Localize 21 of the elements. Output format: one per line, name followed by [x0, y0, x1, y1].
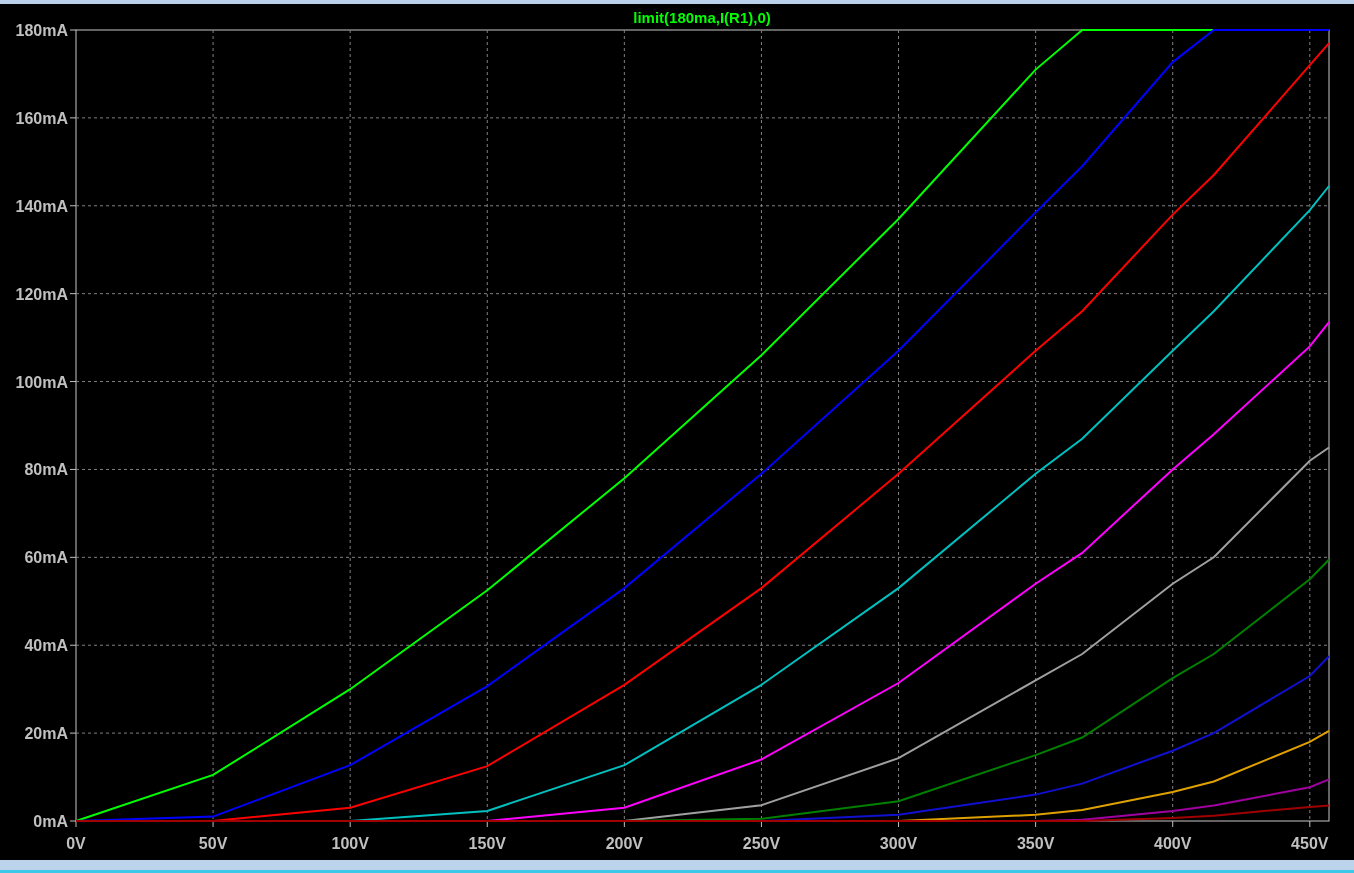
x-tick-label: 150V [468, 835, 506, 852]
y-tick-label: 120mA [15, 285, 68, 303]
x-tick-label: 300V [879, 835, 918, 852]
x-tick-label: 200V [605, 835, 644, 852]
y-tick-label: 60mA [24, 549, 68, 567]
y-tick-label: 80mA [24, 461, 68, 479]
y-tick-label: 20mA [24, 725, 68, 743]
y-tick-label: 0mA [33, 813, 68, 830]
x-tick-label: 0V [66, 835, 86, 852]
y-tick-label: 40mA [24, 637, 68, 655]
x-tick-label: 350V [1016, 835, 1055, 852]
trace-title: limit(180ma,I(R1),0) [633, 9, 771, 26]
x-tick-label: 400V [1154, 835, 1192, 852]
y-tick-label: 140mA [15, 197, 68, 215]
x-tick-label: 100V [331, 835, 369, 852]
x-tick-label: 250V [742, 835, 781, 852]
y-tick-label: 160mA [15, 109, 68, 127]
y-tick-label: 180mA [15, 22, 68, 39]
y-tick-label: 100mA [15, 373, 68, 391]
x-tick-label: 450V [1291, 835, 1329, 852]
x-tick-label: 50V [198, 835, 228, 852]
